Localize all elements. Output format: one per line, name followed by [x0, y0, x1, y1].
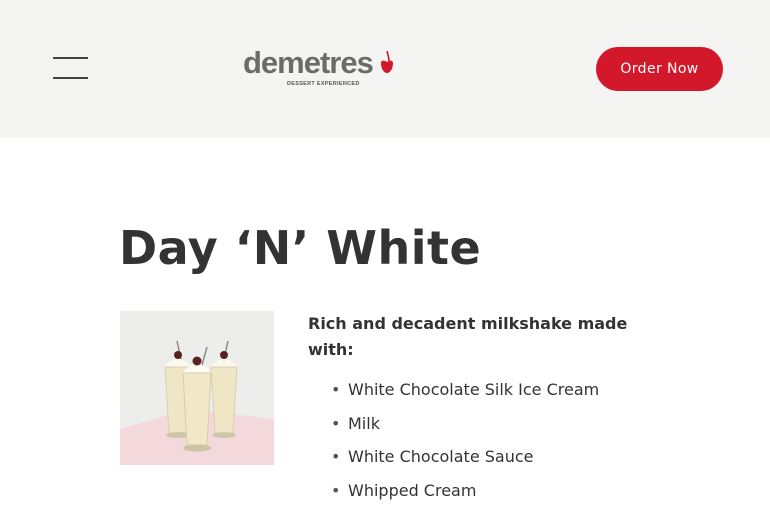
demetres-logo[interactable]: demetres DESSERT EXPERIENCED [243, 45, 397, 89]
ingredient-list: White Chocolate Silk Ice Cream Milk Whit… [308, 378, 599, 512]
product-intro: Rich and decadent milkshake made with: [308, 314, 628, 359]
ingredient-item: White Chocolate Silk Ice Cream [308, 378, 599, 412]
ingredient-item: Whipped Cream [308, 479, 599, 513]
logo-wordmark: demetres [243, 45, 374, 80]
cherry-icon [381, 50, 393, 73]
hamburger-line [53, 77, 88, 79]
hamburger-menu-icon[interactable] [53, 57, 88, 79]
hamburger-line [53, 57, 88, 59]
site-header: demetres DESSERT EXPERIENCED Order Now [0, 0, 770, 138]
ingredient-item: White Chocolate Sauce [308, 445, 599, 479]
logo-tagline: DESSERT EXPERIENCED [287, 81, 360, 87]
order-now-button[interactable]: Order Now [596, 47, 723, 91]
product-title: Day ‘N’ White [119, 221, 482, 275]
milkshake-glasses-image [120, 311, 274, 465]
milkshake-illustration [120, 311, 274, 465]
ingredient-item: Milk [308, 412, 599, 446]
